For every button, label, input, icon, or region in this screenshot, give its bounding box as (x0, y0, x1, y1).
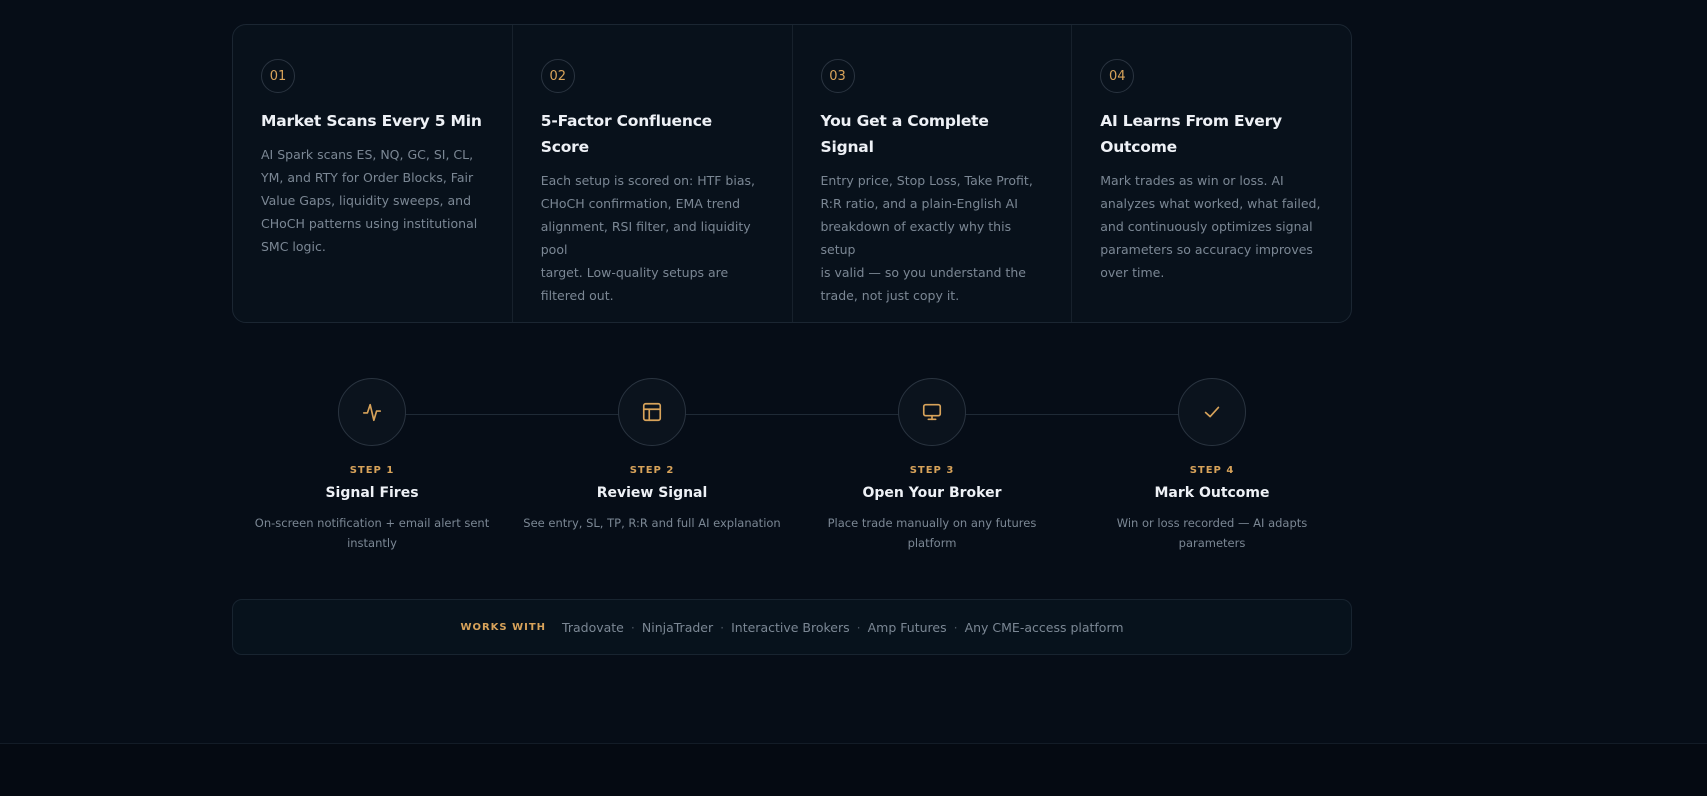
step-label: STEP 1 (349, 465, 395, 476)
step-icon-circle (1178, 378, 1246, 446)
card-description-line: parameters so accuracy improves (1100, 242, 1313, 257)
card-description-line: trade, not just copy it. (820, 288, 960, 303)
card-number-badge: 03 (820, 59, 855, 93)
card-description-line: over time. (1100, 265, 1165, 280)
card-description-line: filtered out. (540, 288, 614, 303)
card-description-line: CHoCH patterns using institutional (261, 216, 478, 231)
separator-dot: · (856, 619, 861, 635)
platform-tradovate: Tradovate (562, 619, 624, 635)
card-description-line: is valid — so you understand the (820, 265, 1026, 280)
separator-dot: · (953, 619, 958, 635)
step-mark-outcome: STEP 4 Mark Outcome Win or loss recorded… (1072, 378, 1352, 553)
step-label: STEP 2 (629, 465, 675, 476)
step-description-line: Place trade manually on any futures plat… (827, 516, 1037, 550)
step-description: On-screen notification + email alert sen… (242, 513, 502, 553)
card-number-badge: 04 (1100, 59, 1135, 93)
feature-card-market-scans: 01 Market Scans Every 5 Min AI Spark sca… (233, 25, 512, 322)
step-icon-circle (898, 378, 966, 446)
step-title: Open Your Broker (862, 485, 1002, 501)
platform-any-cme: Any CME-access platform (964, 619, 1124, 635)
step-title: Signal Fires (325, 485, 419, 501)
card-description-line: YM, and RTY for Order Blocks, Fair (261, 170, 474, 185)
card-description-line: CHoCH confirmation, EMA trend (540, 196, 741, 211)
card-description: Mark trades as win or loss. AI analyzes … (1100, 169, 1323, 284)
works-with-label: WORKS WITH (460, 621, 547, 633)
card-description-line: alignment, RSI filter, and liquidity poo… (540, 219, 751, 257)
card-description-line: breakdown of exactly why this setup (820, 219, 1012, 257)
step-description: See entry, SL, TP, R:R and full AI expla… (522, 513, 782, 533)
step-label: STEP 4 (1189, 465, 1235, 476)
feature-card-confluence-score: 02 5-Factor Confluence Score Each setup … (511, 25, 792, 322)
card-number-badge: 02 (540, 59, 575, 93)
layout-icon (642, 402, 662, 422)
card-description-line: Entry price, Stop Loss, Take Profit, (820, 173, 1033, 188)
feature-card-ai-learns: 04 AI Learns From Every Outcome Mark tra… (1071, 25, 1351, 322)
separator-dot: · (630, 619, 635, 635)
card-description-line: Value Gaps, liquidity sweeps, and (261, 193, 472, 208)
platform-ninjatrader: NinjaTrader (641, 619, 714, 635)
step-review-signal: STEP 2 Review Signal See entry, SL, TP, … (512, 378, 792, 533)
card-number-badge: 01 (261, 59, 295, 93)
step-open-broker: STEP 3 Open Your Broker Place trade manu… (792, 378, 1072, 553)
step-title: Mark Outcome (1154, 485, 1270, 501)
card-title: Market Scans Every 5 Min (261, 112, 482, 130)
card-description-line: Mark trades as win or loss. AI (1100, 173, 1284, 188)
step-icon-circle (338, 378, 406, 446)
step-title: Review Signal (596, 485, 708, 501)
card-description: Each setup is scored on: HTF bias, CHoCH… (541, 169, 764, 307)
card-title-line: AI Learns From Every (1100, 112, 1282, 130)
step-description: Win or loss recorded — AI adapts paramet… (1082, 513, 1342, 553)
card-title: You Get a Complete Signal (820, 112, 989, 156)
step-icon-circle (618, 378, 686, 446)
step-label: STEP 3 (909, 465, 955, 476)
steps-timeline: STEP 1 Signal Fires On-screen notificati… (232, 378, 1352, 578)
card-description-line: target. Low-quality setups are (540, 265, 729, 280)
card-description-line: SMC logic. (261, 239, 326, 254)
works-with-bar: WORKS WITH Tradovate · NinjaTrader · Int… (232, 599, 1352, 655)
step-description-line: See entry, SL, TP, R:R and full AI expla… (523, 516, 781, 530)
footer-band (0, 743, 1707, 796)
step-description: Place trade manually on any futures plat… (802, 513, 1062, 553)
card-title: AI Learns From Every Outcome (1100, 108, 1323, 160)
activity-icon (362, 403, 382, 422)
card-description-line: AI Spark scans ES, NQ, GC, SI, CL, (261, 147, 474, 162)
card-title-line: Outcome (1100, 138, 1177, 156)
card-description: Entry price, Stop Loss, Take Profit, R:R… (821, 169, 1044, 307)
step-description-line: Win or loss recorded — AI adapts paramet… (1116, 516, 1308, 550)
step-description-line: On-screen notification + email alert sen… (254, 516, 490, 530)
card-description-line: and continuously optimizes signal (1100, 219, 1313, 234)
card-description-line: analyzes what worked, what failed, (1100, 196, 1321, 211)
check-icon (1204, 406, 1220, 418)
feature-card-complete-signal: 03 You Get a Complete Signal Entry price… (791, 25, 1072, 322)
platform-amp-futures: Amp Futures (867, 619, 947, 635)
card-description-line: R:R ratio, and a plain-English AI (820, 196, 1018, 211)
step-signal-fires: STEP 1 Signal Fires On-screen notificati… (232, 378, 512, 553)
card-description-line: Each setup is scored on: HTF bias, (540, 173, 755, 188)
feature-cards: 01 Market Scans Every 5 Min AI Spark sca… (232, 24, 1352, 323)
monitor-icon (922, 403, 942, 421)
card-description: AI Spark scans ES, NQ, GC, SI, CL, YM, a… (261, 143, 484, 258)
platform-interactive-brokers: Interactive Brokers (731, 619, 850, 635)
card-title: 5-Factor Confluence Score (540, 112, 712, 156)
step-description-line: instantly (347, 536, 397, 550)
separator-dot: · (720, 619, 725, 635)
